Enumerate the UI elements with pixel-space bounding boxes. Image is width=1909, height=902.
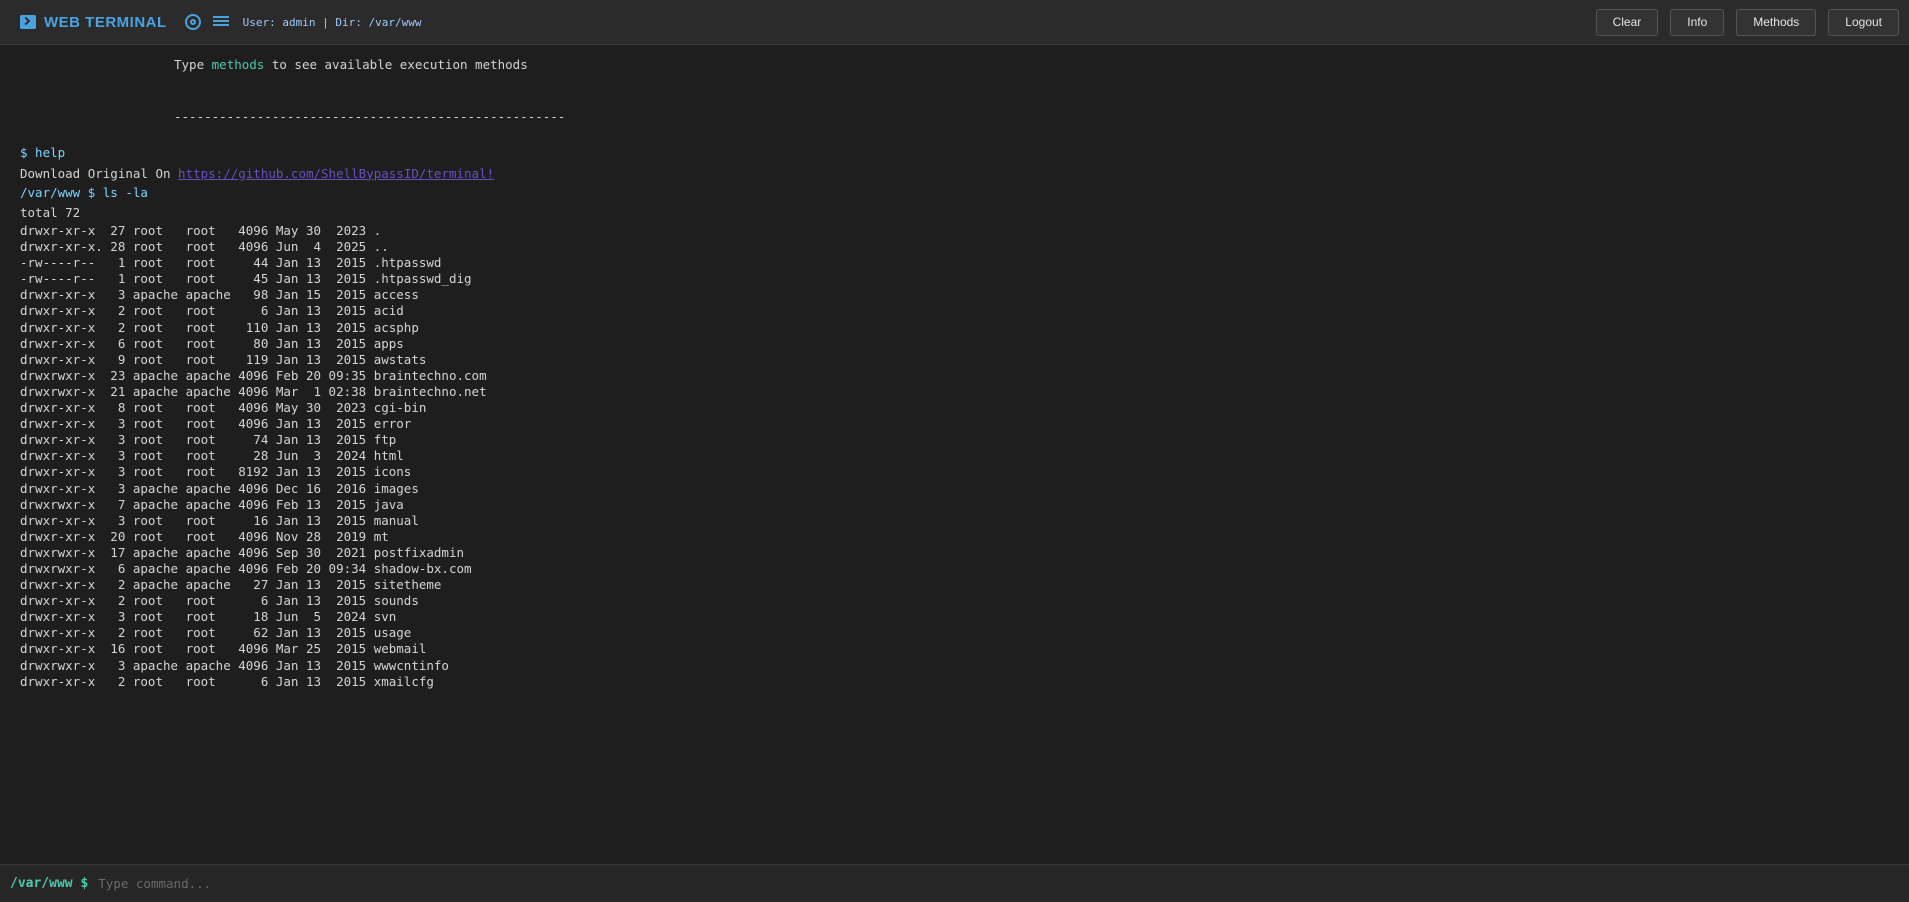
list-icon[interactable] — [212, 14, 229, 30]
hint-text-before: Type — [174, 57, 212, 72]
listing-row: drwxr-xr-x 6 root root 80 Jan 13 2015 ap… — [20, 335, 404, 351]
listing-row: drwxr-xr-x 8 root root 4096 May 30 2023 … — [20, 400, 427, 416]
download-link[interactable]: https://github.com/ShellBypassID/termina… — [178, 166, 494, 181]
info-button[interactable]: Info — [1670, 8, 1725, 36]
listing-row: -rw----r-- 1 root root 44 Jan 13 2015 .h… — [20, 255, 442, 271]
listing-row: drwxr-xr-x 3 apache apache 4096 Dec 16 2… — [20, 480, 419, 496]
listing-row: drwxr-xr-x 2 apache apache 27 Jan 13 201… — [20, 577, 442, 593]
help-command-line: $ help — [20, 145, 66, 161]
terminal-output[interactable]: Type methods to see available execution … — [0, 46, 1909, 864]
command-input[interactable] — [98, 876, 1799, 891]
listing-row: drwxr-xr-x 3 root root 74 Jan 13 2015 ft… — [20, 432, 397, 448]
listing-row: drwxr-xr-x 3 root root 8192 Jan 13 2015 … — [20, 464, 412, 480]
hint-text-after: to see available execution methods — [264, 57, 528, 72]
input-prompt: /var/www $ — [10, 876, 89, 891]
listing-row: drwxrwxr-x 6 apache apache 4096 Feb 20 0… — [20, 560, 472, 576]
download-label: Download Original On — [20, 165, 179, 181]
listing-row: drwxrwxr-x 7 apache apache 4096 Feb 13 2… — [20, 496, 404, 512]
user-dir-status: User: admin | Dir: /var/www — [242, 15, 422, 29]
listing-row: drwxr-xr-x 16 root root 4096 Mar 25 2015… — [20, 641, 427, 657]
listing-row: drwxr-xr-x 2 root root 6 Jan 13 2015 aci… — [20, 303, 404, 319]
logout-button[interactable]: Logout — [1828, 8, 1899, 36]
listing-row: drwxr-xr-x 2 root root 6 Jan 13 2015 sou… — [20, 593, 419, 609]
listing-row: drwxr-xr-x 3 root root 16 Jan 13 2015 ma… — [20, 512, 419, 528]
separator-line: ----------------------------------------… — [174, 108, 566, 124]
ls-command-line: /var/www $ ls -la — [20, 185, 148, 201]
listing-row: drwxr-xr-x. 28 root root 4096 Jun 4 2025… — [20, 239, 389, 255]
listing-row: drwxr-xr-x 3 root root 28 Jun 3 2024 htm… — [20, 448, 404, 464]
listing-row: drwxr-xr-x 9 root root 119 Jan 13 2015 a… — [20, 351, 427, 367]
listing-row: drwxr-xr-x 2 root root 6 Jan 13 2015 xma… — [20, 673, 434, 689]
listing-row: drwxr-xr-x 3 root root 18 Jun 5 2024 svn — [20, 609, 397, 625]
header-bar: WEB TERMINAL User: admin | Dir: /var/www… — [0, 0, 1909, 45]
listing-row: drwxrwxr-x 3 apache apache 4096 Jan 13 2… — [20, 657, 449, 673]
listing-row: drwxrwxr-x 23 apache apache 4096 Feb 20 … — [20, 367, 487, 383]
app-logo: WEB TERMINAL — [20, 14, 167, 31]
listing-row: drwxr-xr-x 2 root root 62 Jan 13 2015 us… — [20, 625, 412, 641]
listing-total: total 72 — [20, 205, 81, 221]
listing-row: -rw----r-- 1 root root 45 Jan 13 2015 .h… — [20, 271, 472, 287]
listing-row: drwxr-xr-x 3 apache apache 98 Jan 15 201… — [20, 287, 419, 303]
listing-row: drwxr-xr-x 2 root root 110 Jan 13 2015 a… — [20, 319, 419, 335]
gear-icon[interactable] — [184, 14, 201, 30]
terminal-icon — [20, 15, 36, 29]
header-buttons: Clear Info Methods Logout — [1595, 8, 1899, 36]
listing-row: drwxrwxr-x 17 apache apache 4096 Sep 30 … — [20, 544, 465, 560]
methods-button[interactable]: Methods — [1736, 8, 1817, 36]
command-bar: /var/www $ — [0, 864, 1909, 902]
directory-listing: total 72 drwxr-xr-x 27 root root 4096 May… — [20, 203, 1889, 690]
listing-row: drwxrwxr-x 21 apache apache 4096 Mar 1 0… — [20, 383, 487, 399]
listing-row: drwxr-xr-x 20 root root 4096 Nov 28 2019… — [20, 528, 389, 544]
listing-row: drwxr-xr-x 27 root root 4096 May 30 2023… — [20, 223, 382, 239]
clear-button[interactable]: Clear — [1595, 8, 1659, 36]
app-title: WEB TERMINAL — [44, 13, 167, 31]
download-line: Download Original On https://github.com/… — [20, 164, 1889, 184]
listing-row: drwxr-xr-x 3 root root 4096 Jan 13 2015 … — [20, 416, 412, 432]
methods-hint: Type methods to see available execution … — [20, 55, 1889, 75]
methods-keyword: methods — [211, 57, 265, 72]
